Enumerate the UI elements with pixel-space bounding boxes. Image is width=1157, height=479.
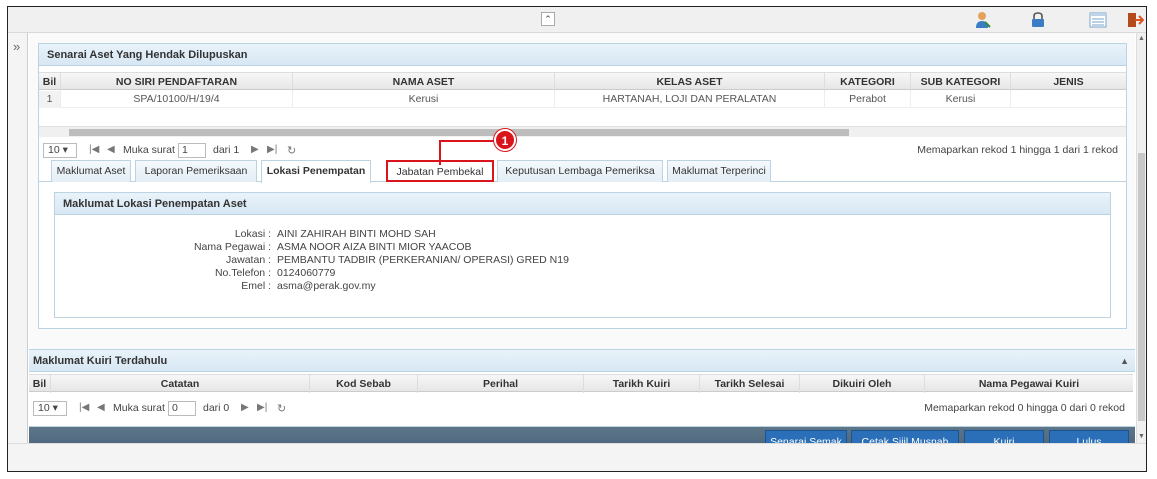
horizontal-scrollbar[interactable] <box>39 126 1126 137</box>
field-emel-label: Emel : <box>151 280 271 293</box>
location-panel: Maklumat Lokasi Penempatan Aset Lokasi :… <box>54 192 1111 318</box>
col-bil[interactable]: Bil <box>39 73 61 91</box>
col-kategori[interactable]: KATEGORI <box>825 73 911 91</box>
next-page-icon[interactable]: ▶ <box>241 402 249 413</box>
page-count: dari 0 <box>203 402 230 414</box>
page-size-select[interactable]: 10 ▾ <box>33 401 67 416</box>
col-perihal[interactable]: Perihal <box>418 375 584 393</box>
callout-line-horizontal <box>439 140 499 142</box>
refresh-icon[interactable]: ↻ <box>287 144 296 157</box>
emel-label: Emel : <box>241 280 271 292</box>
asset-list-panel: Senarai Aset Yang Hendak Dilupuskan Bil … <box>38 43 1127 329</box>
asset-grid-header: Bil NO SIRI PENDAFTARAN NAMA ASET KELAS … <box>39 72 1126 91</box>
col-nama-pegawai-kuiri[interactable]: Nama Pegawai Kuiri <box>925 375 1133 393</box>
last-page-icon[interactable]: ▶| <box>267 144 277 155</box>
page-number-input[interactable]: 0 <box>168 401 196 416</box>
jawatan-label: Jawatan : <box>226 254 271 266</box>
col-sub-kategori[interactable]: SUB KATEGORI <box>911 73 1011 91</box>
telefon-label: No.Telefon : <box>214 267 271 279</box>
last-page-icon[interactable]: ▶| <box>257 402 267 413</box>
first-page-icon[interactable]: |◀ <box>89 144 99 155</box>
cell-sub-kategori: Kerusi <box>911 91 1011 108</box>
horizontal-scrollbar-thumb[interactable] <box>69 129 849 136</box>
app-window: ⌃ » ▲ ▼ Senarai Aset Yang Hendak Dilupus… <box>7 6 1147 472</box>
page-size-value: 10 <box>48 144 60 156</box>
refresh-icon[interactable]: ↻ <box>277 402 286 415</box>
tab-lokasi-penempatan[interactable]: Lokasi Penempatan <box>261 160 371 183</box>
records-info: Memaparkan rekod 0 hingga 0 dari 0 rekod <box>924 402 1125 414</box>
tab-maklumat-aset[interactable]: Maklumat Aset <box>51 160 131 182</box>
logout-icon[interactable] <box>1126 11 1144 29</box>
col-catatan[interactable]: Catatan <box>51 375 310 393</box>
left-sidebar-strip: » <box>8 33 28 471</box>
page-count: dari 1 <box>213 144 240 156</box>
user-icon[interactable] <box>974 11 992 29</box>
detail-tabs: Maklumat Aset Laporan Pemeriksaan Lokasi… <box>39 158 1126 183</box>
prev-page-icon[interactable]: ◀ <box>107 144 115 155</box>
page-size-value: 10 <box>38 402 50 414</box>
col-no-siri[interactable]: NO SIRI PENDAFTARAN <box>61 73 293 91</box>
col-bil[interactable]: Bil <box>29 375 51 393</box>
asset-list-title: Senarai Aset Yang Hendak Dilupuskan <box>39 44 1126 66</box>
page-label: Muka surat <box>123 144 175 156</box>
page-number-input[interactable]: 1 <box>178 143 206 158</box>
query-panel: Maklumat Kuiri Terdahulu ▲ Bil Catatan K… <box>29 349 1135 427</box>
main-content: Senarai Aset Yang Hendak Dilupuskan Bil … <box>29 33 1135 471</box>
col-kelas-aset[interactable]: KELAS ASET <box>555 73 825 91</box>
telefon-value: 0124060779 <box>277 267 336 279</box>
query-pager: 10 ▾ |◀ ◀ Muka surat 0 dari 0 ▶ ▶| ↻ Mem… <box>33 398 1129 420</box>
table-row[interactable]: 1 SPA/10100/H/19/4 Kerusi HARTANAH, LOJI… <box>39 91 1126 108</box>
col-jenis[interactable]: JENIS <box>1011 73 1126 91</box>
page-label: Muka surat <box>113 402 165 414</box>
cell-no-siri: SPA/10100/H/19/4 <box>61 91 293 108</box>
location-panel-title: Maklumat Lokasi Penempatan Aset <box>55 193 1110 215</box>
col-kod-sebab[interactable]: Kod Sebab <box>310 375 418 393</box>
scroll-down-icon[interactable]: ▼ <box>1138 433 1145 440</box>
field-telefon-label: No.Telefon : <box>151 267 271 280</box>
collapse-header-icon[interactable]: ⌃ <box>541 12 555 26</box>
field-jawatan-label: Jawatan : <box>151 254 271 267</box>
cell-bil: 1 <box>39 91 61 108</box>
lokasi-value: AINI ZAHIRAH BINTI MOHD SAH <box>277 228 436 240</box>
pegawai-label: Nama Pegawai : <box>193 241 271 253</box>
next-page-icon[interactable]: ▶ <box>251 144 259 155</box>
jawatan-value: PEMBANTU TADBIR (PERKERANIAN/ OPERASI) G… <box>277 254 569 266</box>
col-dikuiri-oleh[interactable]: Dikuiri Oleh <box>800 375 925 393</box>
records-info: Memaparkan rekod 1 hingga 1 dari 1 rekod <box>917 144 1118 156</box>
cell-kelas-aset: HARTANAH, LOJI DAN PERALATAN <box>555 91 825 108</box>
emel-value: asma@perak.gov.my <box>277 280 376 292</box>
scrollbar-thumb[interactable] <box>1138 153 1145 421</box>
col-nama-aset[interactable]: NAMA ASET <box>293 73 555 91</box>
tab-maklumat-terperinci[interactable]: Maklumat Terperinci <box>667 160 771 182</box>
callout-badge: 1 <box>494 129 516 151</box>
query-panel-title: Maklumat Kuiri Terdahulu ▲ <box>29 350 1135 372</box>
lock-icon[interactable] <box>1029 11 1047 29</box>
cell-kategori: Perabot <box>825 91 911 108</box>
first-page-icon[interactable]: |◀ <box>79 402 89 413</box>
list-icon[interactable] <box>1089 11 1107 29</box>
lokasi-label: Lokasi : <box>234 228 271 240</box>
vertical-scrollbar[interactable]: ▲ ▼ <box>1136 33 1146 443</box>
col-tarikh-selesai[interactable]: Tarikh Selesai <box>700 375 800 393</box>
callout-line-vertical <box>439 140 441 165</box>
query-title-text: Maklumat Kuiri Terdahulu <box>33 355 168 367</box>
pegawai-value: ASMA NOOR AIZA BINTI MIOR YAACOB <box>277 241 472 253</box>
tab-keputusan-lembaga[interactable]: Keputusan Lembaga Pemeriksa <box>497 160 663 182</box>
col-tarikh-kuiri[interactable]: Tarikh Kuiri <box>584 375 700 393</box>
page-size-select[interactable]: 10 ▾ <box>43 143 77 158</box>
cell-jenis <box>1011 91 1126 108</box>
field-pegawai-label: Nama Pegawai : <box>151 241 271 254</box>
scroll-up-icon[interactable]: ▲ <box>1138 35 1145 42</box>
expand-sidebar-icon[interactable]: » <box>13 39 20 54</box>
tab-laporan-pemeriksaan[interactable]: Laporan Pemeriksaan <box>135 160 257 182</box>
status-area <box>8 443 1146 471</box>
collapse-panel-icon[interactable]: ▲ <box>1120 350 1129 372</box>
top-toolbar: ⌃ <box>8 7 1146 33</box>
field-lokasi-label: Lokasi : <box>151 228 271 241</box>
cell-nama-aset: Kerusi <box>293 91 555 108</box>
query-grid-header: Bil Catatan Kod Sebab Perihal Tarikh Kui… <box>29 374 1133 393</box>
prev-page-icon[interactable]: ◀ <box>97 402 105 413</box>
